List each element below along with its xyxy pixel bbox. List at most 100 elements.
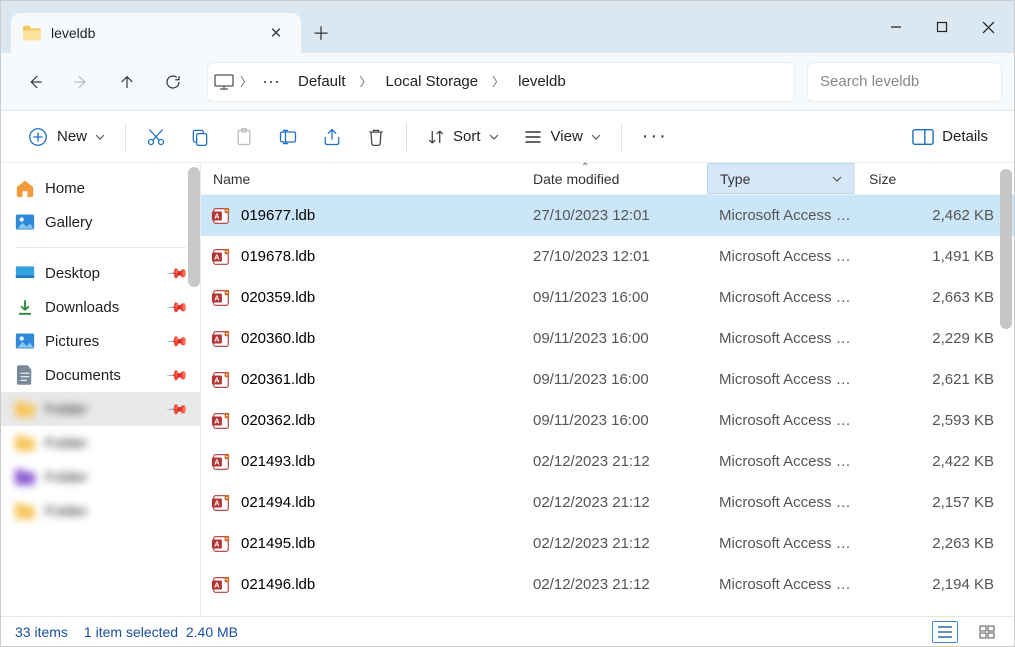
file-row[interactable]: A019677.ldb27/10/2023 12:01Microsoft Acc… <box>201 195 1014 236</box>
tab-leveldb[interactable]: leveldb ✕ <box>11 13 301 53</box>
sidebar-item-gallery[interactable]: Gallery <box>1 205 200 239</box>
rename-button[interactable] <box>268 119 308 155</box>
file-date: 02/12/2023 21:12 <box>521 494 707 511</box>
access-file-icon: A <box>211 575 231 595</box>
file-row[interactable]: A020360.ldb09/11/2023 16:00Microsoft Acc… <box>201 318 1014 359</box>
back-button[interactable] <box>13 63 57 101</box>
file-date: 27/10/2023 12:01 <box>521 248 707 265</box>
file-name: 020359.ldb <box>241 289 315 306</box>
list-scrollbar[interactable] <box>1000 169 1012 329</box>
more-button[interactable]: ··· <box>632 119 678 155</box>
file-date: 27/10/2023 12:01 <box>521 207 707 224</box>
chevron-down-icon <box>832 174 842 184</box>
status-selection: 1 item selected 2.40 MB <box>84 624 238 640</box>
file-name: 021496.ldb <box>241 576 315 593</box>
file-name: 021493.ldb <box>241 453 315 470</box>
access-file-icon: A <box>211 370 231 390</box>
file-type: Microsoft Access R... <box>707 289 855 306</box>
chevron-right-icon[interactable]: 〉 <box>240 73 252 90</box>
column-header-type[interactable]: Type <box>707 163 855 194</box>
details-pane-button[interactable]: Details <box>902 119 998 155</box>
pin-icon: 📌 <box>165 261 189 285</box>
file-row[interactable]: A020362.ldb09/11/2023 16:00Microsoft Acc… <box>201 400 1014 441</box>
file-size: 2,194 KB <box>855 576 1014 593</box>
view-button[interactable]: View <box>513 119 611 155</box>
file-row[interactable]: A021495.ldb02/12/2023 21:12Microsoft Acc… <box>201 523 1014 564</box>
folder-icon <box>23 25 41 41</box>
path-overflow-button[interactable]: ··· <box>258 71 284 92</box>
sidebar-item-documents[interactable]: Documents 📌 <box>1 358 200 392</box>
column-label: Size <box>869 171 896 187</box>
breadcrumb-segment[interactable]: Default <box>290 69 354 94</box>
up-button[interactable] <box>105 63 149 101</box>
sidebar-item-redacted[interactable]: Folder <box>1 426 200 460</box>
thumbnails-view-button[interactable] <box>974 621 1000 643</box>
file-row[interactable]: A021493.ldb02/12/2023 21:12Microsoft Acc… <box>201 441 1014 482</box>
sidebar-scrollbar[interactable] <box>188 167 200 287</box>
close-window-button[interactable] <box>966 11 1010 43</box>
delete-button[interactable] <box>356 119 396 155</box>
title-bar: leveldb ✕ ＋ <box>1 1 1014 53</box>
chevron-right-icon[interactable]: 〉 <box>360 73 372 90</box>
close-tab-button[interactable]: ✕ <box>263 24 289 42</box>
file-size: 2,229 KB <box>855 330 1014 347</box>
paste-button[interactable] <box>224 119 264 155</box>
svg-text:A: A <box>214 580 220 589</box>
pin-icon: 📌 <box>165 295 189 319</box>
maximize-button[interactable] <box>920 11 964 43</box>
file-size: 1,491 KB <box>855 248 1014 265</box>
address-bar[interactable]: 〉 ··· Default 〉 Local Storage 〉 leveldb <box>207 62 795 102</box>
sidebar-item-pictures[interactable]: Pictures 📌 <box>1 324 200 358</box>
search-input[interactable]: Search leveldb <box>807 62 1002 102</box>
svg-text:A: A <box>214 498 220 507</box>
file-date: 09/11/2023 16:00 <box>521 371 707 388</box>
sort-button[interactable]: Sort <box>417 119 509 155</box>
sidebar-item-redacted[interactable]: Folder <box>1 494 200 528</box>
new-tab-button[interactable]: ＋ <box>301 13 341 53</box>
breadcrumb-segment[interactable]: Local Storage <box>378 69 487 94</box>
file-name: 019677.ldb <box>241 207 315 224</box>
status-item-count: 33 items <box>15 624 68 640</box>
minimize-button[interactable] <box>874 11 918 43</box>
file-date: 09/11/2023 16:00 <box>521 289 707 306</box>
file-name: 020360.ldb <box>241 330 315 347</box>
new-button[interactable]: New <box>17 119 115 155</box>
home-icon <box>15 179 35 197</box>
file-row[interactable]: A021494.ldb02/12/2023 21:12Microsoft Acc… <box>201 482 1014 523</box>
file-name: 021494.ldb <box>241 494 315 511</box>
svg-text:A: A <box>214 211 220 220</box>
sidebar-item-redacted[interactable]: Folder <box>1 460 200 494</box>
divider <box>125 123 126 151</box>
column-header-name[interactable]: Name <box>201 163 521 194</box>
cut-button[interactable] <box>136 119 176 155</box>
sidebar-item-redacted[interactable]: Folder 📌 <box>1 392 200 426</box>
share-button[interactable] <box>312 119 352 155</box>
column-header-size[interactable]: Size <box>855 163 1014 194</box>
file-type: Microsoft Access R... <box>707 412 855 429</box>
folder-icon <box>15 502 35 520</box>
column-label: Name <box>213 171 250 187</box>
sidebar-item-home[interactable]: Home <box>1 171 200 205</box>
column-label: Type <box>720 171 750 187</box>
sidebar-item-downloads[interactable]: Downloads 📌 <box>1 290 200 324</box>
divider <box>621 123 622 151</box>
column-header-date[interactable]: Date modified <box>521 163 707 194</box>
file-row[interactable]: A 020359.ldb 09/11/2023 16:00Microsoft Acc… <box>201 277 1014 318</box>
file-type: Microsoft Access R... <box>707 248 855 265</box>
file-row[interactable]: A021496.ldb02/12/2023 21:12Microsoft Acc… <box>201 564 1014 605</box>
details-view-button[interactable] <box>932 621 958 643</box>
file-row[interactable]: A020361.ldb09/11/2023 16:00Microsoft Acc… <box>201 359 1014 400</box>
copy-button[interactable] <box>180 119 220 155</box>
forward-button[interactable] <box>59 63 103 101</box>
chevron-down-icon <box>591 132 601 142</box>
chevron-right-icon[interactable]: 〉 <box>492 73 504 90</box>
window-controls <box>874 11 1014 43</box>
sort-icon <box>427 128 445 146</box>
trash-icon <box>366 127 386 147</box>
refresh-button[interactable] <box>151 63 195 101</box>
breadcrumb-segment[interactable]: leveldb <box>510 69 574 94</box>
svg-text:A: A <box>214 293 220 302</box>
access-file-icon: A <box>211 247 231 267</box>
file-row[interactable]: A019678.ldb27/10/2023 12:01Microsoft Acc… <box>201 236 1014 277</box>
sidebar-item-desktop[interactable]: Desktop 📌 <box>1 256 200 290</box>
